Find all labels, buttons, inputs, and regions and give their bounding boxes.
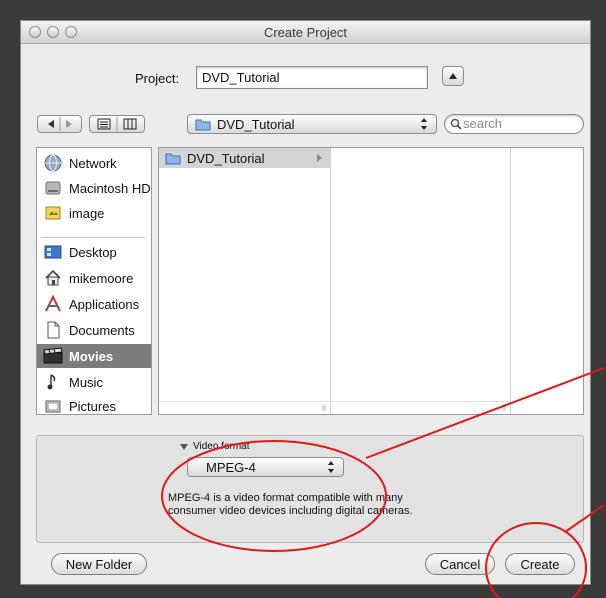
- project-label: Project:: [135, 71, 180, 86]
- video-format-popup[interactable]: MPEG-4: [187, 457, 344, 477]
- browser-column-1: DVD_Tutorial ll: [159, 148, 331, 414]
- view-mode-buttons[interactable]: [89, 115, 145, 133]
- search-field[interactable]: search: [444, 114, 584, 134]
- list-column-view-icon: [97, 117, 137, 131]
- video-format-value: MPEG-4: [206, 459, 256, 475]
- sidebar-item-mikemoore[interactable]: mikemoore: [37, 266, 151, 290]
- disk-image-icon: [43, 204, 63, 222]
- browser-column-3: [511, 148, 583, 414]
- column-resize-handle[interactable]: ll: [322, 403, 326, 413]
- accessory-panel: [36, 435, 584, 543]
- browser-row-dvd-tutorial[interactable]: DVD_Tutorial: [159, 148, 330, 168]
- create-button[interactable]: Create: [505, 553, 575, 575]
- browser-column-2: ll: [330, 148, 511, 414]
- column-resize-handle[interactable]: ll: [502, 403, 506, 413]
- folder-icon: [165, 153, 181, 164]
- sidebar-item-network[interactable]: Network: [37, 151, 151, 175]
- title-bar: Create Project: [21, 21, 590, 44]
- sidebar-item-music[interactable]: Music: [37, 370, 151, 394]
- sidebar-separator: [41, 237, 145, 238]
- home-icon: [43, 269, 63, 287]
- folder-icon: [195, 119, 211, 130]
- network-icon: [43, 154, 63, 172]
- triangle-up-icon: [449, 73, 457, 79]
- video-format-label: Video format: [193, 441, 250, 452]
- window-title: Create Project: [263, 25, 348, 40]
- location-current: DVD_Tutorial: [217, 116, 295, 132]
- column-resize-area[interactable]: ll: [159, 401, 330, 414]
- sidebar-item-movies[interactable]: Movies: [37, 344, 151, 368]
- back-forward-buttons[interactable]: [37, 115, 82, 133]
- back-forward-icon: [48, 117, 72, 131]
- location-popup[interactable]: DVD_Tutorial: [187, 114, 437, 134]
- hard-drive-icon: [43, 179, 63, 197]
- magnifier-icon: [450, 118, 462, 130]
- sidebar-item-documents[interactable]: Documents: [37, 318, 151, 342]
- create-project-dialog: Create Project Project: DVD_Tutorial DVD…: [20, 20, 591, 585]
- movies-icon: [43, 347, 63, 365]
- sidebar-item-macintosh-hd[interactable]: Macintosh HD: [37, 176, 151, 200]
- popup-arrows-icon: [328, 461, 334, 473]
- applications-icon: [43, 295, 63, 313]
- disclosure-triangle-icon[interactable]: [180, 444, 188, 451]
- project-name-field[interactable]: DVD_Tutorial: [196, 66, 428, 89]
- sidebar-item-pictures[interactable]: Pictures: [37, 394, 151, 418]
- sidebar: Network Macintosh HD image Desktop mikem…: [36, 147, 152, 415]
- disclosure-arrow-icon: [317, 154, 322, 162]
- video-format-description: MPEG-4 is a video format compatible with…: [168, 492, 413, 517]
- sidebar-item-applications[interactable]: Applications: [37, 292, 151, 316]
- pictures-icon: [43, 397, 63, 415]
- sidebar-item-image[interactable]: image: [37, 201, 151, 225]
- documents-icon: [43, 321, 63, 339]
- sidebar-item-desktop[interactable]: Desktop: [37, 240, 151, 264]
- popup-arrows-icon: [421, 118, 427, 130]
- new-folder-button[interactable]: New Folder: [51, 553, 147, 575]
- file-browser: DVD_Tutorial ll ll: [158, 147, 584, 415]
- music-icon: [43, 373, 63, 391]
- search-placeholder: search: [463, 116, 503, 131]
- desktop-icon: [43, 243, 63, 261]
- collapse-dialog-button[interactable]: [442, 66, 464, 86]
- column-resize-area[interactable]: ll: [330, 401, 510, 414]
- cancel-button[interactable]: Cancel: [425, 553, 495, 575]
